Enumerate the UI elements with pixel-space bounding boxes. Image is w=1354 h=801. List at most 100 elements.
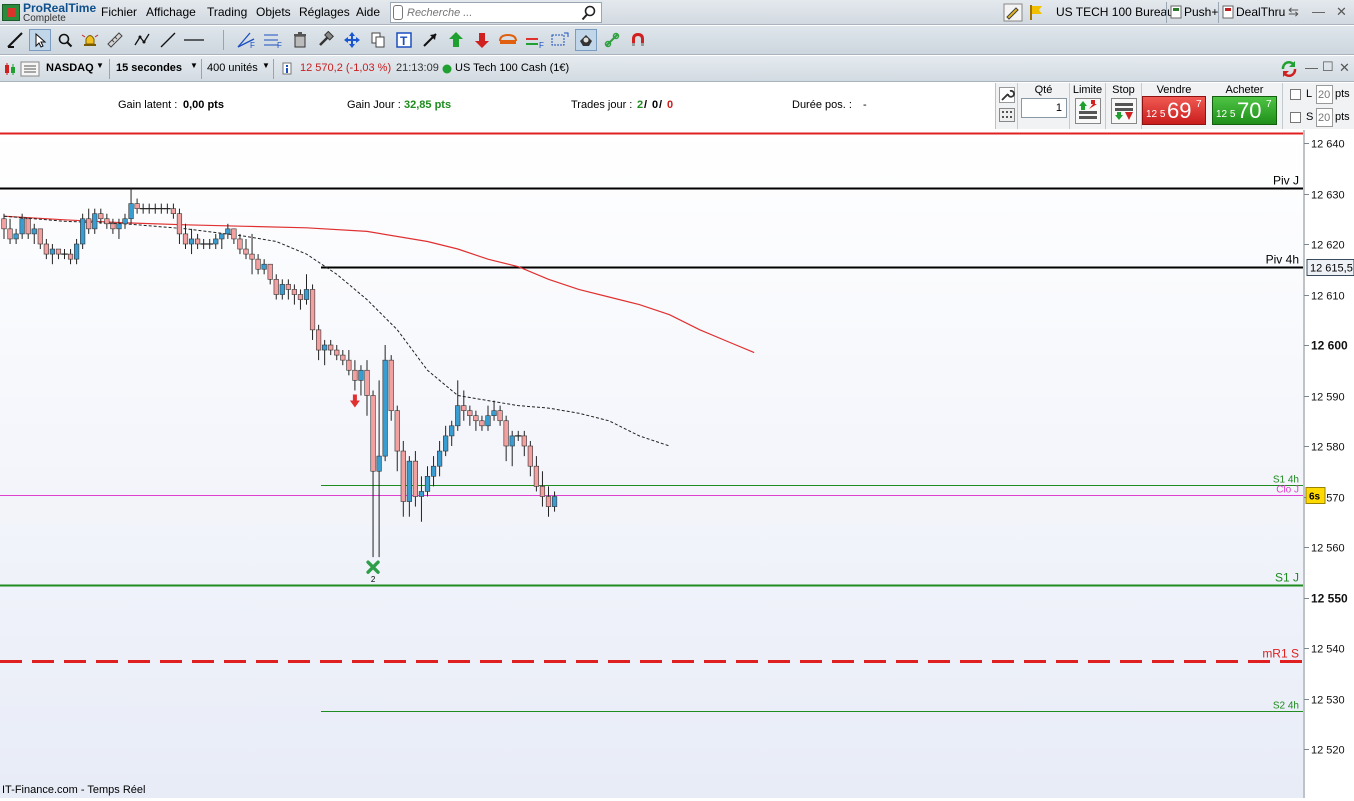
ruler-icon[interactable] <box>104 29 126 51</box>
limit-pts-unit: pts <box>1335 88 1350 100</box>
chevron-down-icon[interactable]: ▼ <box>262 61 270 70</box>
sell-arrow-down-icon[interactable] <box>471 29 493 51</box>
candle-bear <box>55 248 62 255</box>
draw-line-icon[interactable] <box>4 29 26 51</box>
trend-line-icon[interactable] <box>157 29 179 51</box>
candle-bear <box>1 218 7 230</box>
info-icon[interactable] <box>282 62 292 75</box>
market-selector[interactable]: NASDAQ <box>46 62 94 74</box>
chart-close-icon[interactable]: ✕ <box>1339 60 1350 76</box>
units-selector[interactable]: 400 unités <box>207 62 258 74</box>
sell-label: Vendre <box>1156 84 1192 96</box>
current-price-tag-text: 6s <box>1309 492 1321 503</box>
candle-bull <box>382 359 388 457</box>
stop-checkbox[interactable] <box>1290 112 1301 123</box>
cursor-arrow-icon[interactable] <box>29 29 51 51</box>
sell-button[interactable]: 12 5 69 7 <box>1142 96 1206 125</box>
timeframe-selector[interactable]: 15 secondes <box>116 62 182 74</box>
chart-canvas[interactable]: Piv JPiv 4h12 615,5S1 4hClo JS1 JmR1 SS2… <box>0 130 1354 798</box>
price-axis-label: 12 590 <box>1311 392 1345 404</box>
menu-objets[interactable]: Objets <box>256 5 291 19</box>
menu-trading[interactable]: Trading <box>207 5 247 19</box>
candle-bear <box>394 410 400 452</box>
horizontal-line-icon[interactable] <box>183 29 205 51</box>
menu-aide[interactable]: Aide <box>356 5 380 19</box>
menu-reglages[interactable]: Réglages <box>299 5 350 19</box>
delete-trash-icon[interactable] <box>289 29 311 51</box>
move-cross-icon[interactable] <box>341 29 363 51</box>
search-input[interactable] <box>391 3 576 22</box>
search-icon[interactable] <box>581 5 597 21</box>
wrench-icon[interactable] <box>999 87 1015 103</box>
chevron-down-icon[interactable]: ▼ <box>96 61 104 70</box>
chart-maximize-icon[interactable]: ☐ <box>1322 59 1334 75</box>
select-area-icon[interactable] <box>549 29 571 51</box>
pencil-tool-icon[interactable] <box>1003 3 1023 22</box>
level-label: Piv J <box>1273 174 1299 188</box>
candle-bull <box>551 496 558 507</box>
gain-jour-value: 32,85 pts <box>404 99 452 111</box>
magnet-icon[interactable] <box>627 29 649 51</box>
instrument-name: US Tech 100 Cash (1€) <box>455 62 570 74</box>
limit-checkbox[interactable] <box>1290 89 1301 100</box>
buy-arrow-up-icon[interactable] <box>445 29 467 51</box>
copy-icon[interactable] <box>367 29 389 51</box>
candle-bear <box>267 263 273 280</box>
dealthru-icon <box>1222 5 1234 19</box>
candle-bear <box>473 415 479 422</box>
menu-affichage[interactable]: Affichage <box>146 5 196 19</box>
price-chart[interactable]: Piv J Piv 4h 12 615,5 S1 4h Clo J S1 JmR1 S S2… <box>0 130 1354 798</box>
link-tool-icon[interactable] <box>601 29 623 51</box>
limit-distance-input[interactable]: 20 <box>1316 85 1333 104</box>
level-label: S1 J <box>1275 571 1299 585</box>
instrument-list-icon[interactable] <box>20 61 40 77</box>
data-source-footer: IT-Finance.com - Temps Réel <box>2 784 146 796</box>
buy-button[interactable]: 12 5 70 7 <box>1212 96 1277 125</box>
brand-edition: Complete <box>23 13 66 24</box>
candle-bear <box>503 420 509 447</box>
level-price-tag-text: 12 615,5 <box>1310 263 1353 275</box>
trading-hand-icon[interactable] <box>575 29 597 51</box>
limit-l-label: L <box>1306 88 1313 100</box>
candle-bull <box>491 410 497 416</box>
zoom-icon[interactable] <box>54 29 76 51</box>
fibonacci-retracement-icon[interactable]: F <box>262 29 284 51</box>
reverse-position-icon[interactable] <box>497 29 519 51</box>
search-scope-icon[interactable] <box>393 5 403 20</box>
alert-bell-icon[interactable] <box>79 29 101 51</box>
workspace-name[interactable]: US TECH 100 Bureau <box>1056 5 1174 19</box>
refresh-icon[interactable] <box>1279 59 1299 79</box>
candle-bull <box>424 475 431 492</box>
flag-icon[interactable] <box>1028 4 1044 21</box>
candle-bear <box>334 349 340 356</box>
window-close-icon[interactable]: ✕ <box>1336 4 1347 20</box>
tools-hammer-icon[interactable] <box>315 29 337 51</box>
chart-minimize-icon[interactable]: — <box>1305 60 1318 75</box>
candle-bear <box>461 405 467 411</box>
stop-distance-input[interactable]: 20 <box>1316 108 1333 127</box>
fibonacci-fan-icon[interactable]: F <box>236 29 258 51</box>
order-level-icon[interactable]: F <box>524 29 546 51</box>
polyline-icon[interactable] <box>131 29 153 51</box>
app-logo: ProRealTime Complete <box>2 1 96 24</box>
candle-chart-icon[interactable] <box>3 62 17 76</box>
candle-bear <box>412 460 419 497</box>
price-axis-label: 12 560 <box>1311 543 1345 555</box>
menu-fichier[interactable]: Fichier <box>101 5 137 19</box>
dealthru-button[interactable]: DealThru <box>1236 5 1285 19</box>
window-restore-icon[interactable]: ⇆ <box>1288 4 1299 20</box>
push-plus-button[interactable]: Push+ <box>1184 5 1218 19</box>
candle-bear <box>255 258 261 270</box>
limit-order-icon[interactable] <box>1075 98 1101 124</box>
candle-bear <box>364 369 370 396</box>
text-tool-icon[interactable]: T <box>393 29 415 51</box>
price-axis-label: 12 520 <box>1311 745 1345 757</box>
window-minimize-icon[interactable]: — <box>1312 4 1325 19</box>
chevron-down-icon[interactable]: ▼ <box>190 61 198 70</box>
candle-bear <box>352 369 358 381</box>
keypad-icon[interactable] <box>999 108 1015 122</box>
level-label: Clo J <box>1276 485 1299 496</box>
quantity-input[interactable]: 1 <box>1021 98 1067 118</box>
arrow-up-right-icon[interactable] <box>419 29 441 51</box>
stop-order-icon[interactable] <box>1111 98 1137 124</box>
